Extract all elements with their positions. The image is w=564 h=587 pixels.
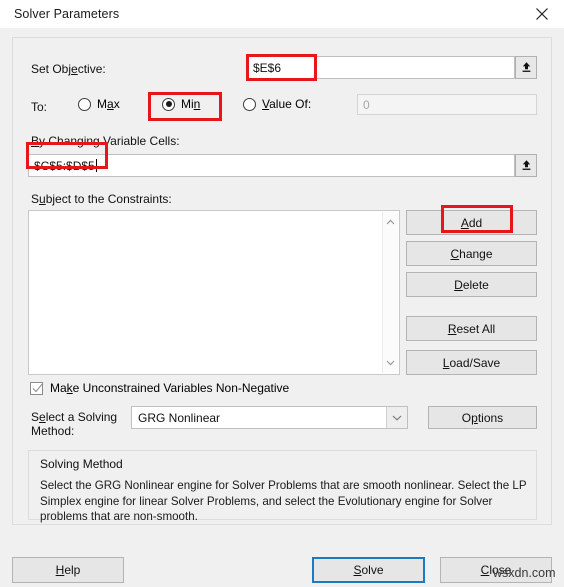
watermark: wsxdn.com xyxy=(493,566,556,580)
page-title: Solver Parameters xyxy=(14,7,120,21)
solving-method-group-title: Solving Method xyxy=(40,457,123,471)
set-objective-value: $E$6 xyxy=(253,60,282,75)
radio-value-of[interactable]: Value Of: xyxy=(243,97,311,111)
add-button[interactable]: Add xyxy=(406,210,537,235)
solve-button[interactable]: Solve xyxy=(312,557,425,583)
solving-method-select[interactable]: GRG Nonlinear xyxy=(131,406,408,429)
constraints-scrollbar[interactable] xyxy=(382,212,398,373)
radio-value-of-dot xyxy=(243,97,256,111)
options-button[interactable]: Op tions xyxy=(428,406,537,429)
title-bar: Solver Parameters xyxy=(0,0,564,28)
reset-all-button[interactable]: Reset All xyxy=(406,316,537,341)
radio-min-label: Min xyxy=(181,97,201,111)
delete-button[interactable]: Delete xyxy=(406,272,537,297)
solver-parameters-dialog: Solver Parameters Set Objective: $E$6 To… xyxy=(0,0,564,587)
solving-method-value: GRG Nonlinear xyxy=(138,410,221,425)
solving-method-label: Select a Solving Method: xyxy=(31,410,118,438)
variable-cells-value: $C$5:$D$5 xyxy=(34,158,95,173)
radio-min-dot xyxy=(162,97,175,111)
variable-cells-range-select-arrow-icon[interactable] xyxy=(515,154,537,177)
to-label: To: xyxy=(31,100,48,114)
help-button[interactable]: Help xyxy=(12,557,124,583)
value-of-value: 0 xyxy=(363,97,370,112)
set-objective-input[interactable]: $E$6 xyxy=(247,56,515,79)
variable-cells-input[interactable]: $C$5:$D$5 xyxy=(28,154,515,177)
value-of-input[interactable]: 0 xyxy=(357,94,537,115)
variable-cells-label: By Changing Variable Cells: xyxy=(31,134,180,148)
non-negative-checkbox[interactable]: Make Unconstrained Variables Non-Negativ… xyxy=(30,381,289,395)
chevron-down-icon[interactable] xyxy=(383,355,398,371)
set-objective-range-select-arrow-icon[interactable] xyxy=(515,56,537,79)
checkmark-icon xyxy=(32,383,43,392)
change-button[interactable]: Change xyxy=(406,241,537,266)
radio-max[interactable]: Max xyxy=(78,97,120,111)
radio-max-label: Max xyxy=(97,97,120,111)
chevron-up-icon[interactable] xyxy=(383,214,398,230)
dialog-body: Set Objective: $E$6 To: Max Min Value Of… xyxy=(0,28,564,587)
set-objective-label: Set Objective: xyxy=(31,62,106,76)
chevron-down-icon[interactable] xyxy=(386,407,407,428)
checkbox-box xyxy=(30,381,43,395)
non-negative-label: Make Unconstrained Variables Non-Negativ… xyxy=(50,381,290,395)
constraints-list[interactable] xyxy=(28,210,400,375)
solving-method-description: Select the GRG Nonlinear engine for Solv… xyxy=(40,479,527,523)
radio-min[interactable]: Min xyxy=(162,97,200,111)
close-x-icon[interactable] xyxy=(519,0,564,28)
load-save-button[interactable]: Load/Save xyxy=(406,350,537,375)
text-caret xyxy=(95,159,97,172)
radio-max-dot xyxy=(78,97,91,111)
radio-value-of-label: Value Of: xyxy=(262,97,312,111)
constraints-label: Subject to the Constraints: xyxy=(31,192,172,206)
